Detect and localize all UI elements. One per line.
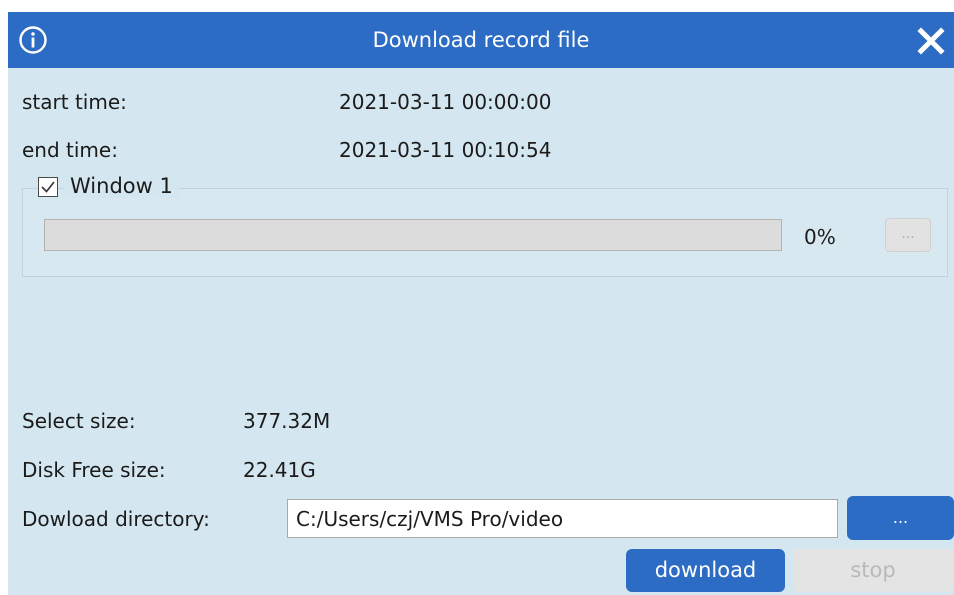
disk-free-value: 22.41G [243,458,316,482]
end-time-label: end time: [22,138,118,162]
disk-free-label: Disk Free size: [22,458,166,482]
download-button[interactable]: download [626,549,785,592]
window-1-checkbox[interactable] [38,177,58,197]
info-icon [18,25,48,55]
download-directory-input[interactable] [287,499,838,538]
browse-directory-button[interactable]: ... [847,496,954,540]
stop-button: stop [793,549,953,592]
download-directory-label: Dowload directory: [22,507,210,531]
checkmark-icon [41,181,55,193]
title-bar: Download record file [8,12,954,68]
select-size-value: 377.32M [243,409,331,433]
download-record-dialog: Download record file start time: 2021-03… [8,12,954,595]
end-time-value: 2021-03-11 00:10:54 [339,138,552,162]
select-size-label: Select size: [22,409,136,433]
close-icon[interactable] [915,25,947,57]
download-progress-bar [44,219,782,251]
window-1-label: Window 1 [64,174,179,198]
dialog-title: Download record file [372,28,590,52]
start-time-label: start time: [22,90,127,114]
progress-percent: 0% [804,225,836,249]
channel-more-button[interactable]: ... [885,218,931,252]
start-time-value: 2021-03-11 00:00:00 [339,90,552,114]
